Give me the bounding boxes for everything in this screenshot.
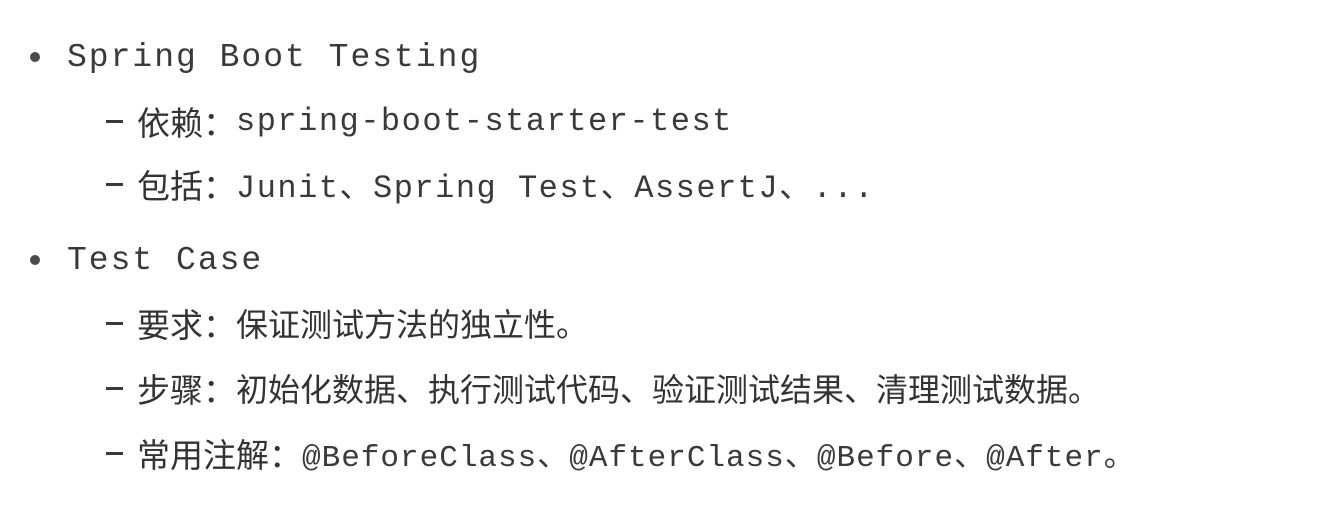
sub-item-value: Junit、Spring Test、AssertJ、... xyxy=(236,170,875,207)
bullet-title: Test Case xyxy=(67,241,264,279)
bullet-title: Spring Boot Testing xyxy=(67,38,482,76)
sub-item-label: 包括： xyxy=(137,167,236,206)
sub-item-label: 步骤： xyxy=(137,371,236,410)
bullet-test-case: Test Case xyxy=(30,238,263,282)
bullet-spring-boot-testing: Spring Boot Testing xyxy=(30,35,481,79)
sub-item-value: @BeforeClass、@AfterClass、@Before、@After。 xyxy=(302,441,1136,476)
dash-icon xyxy=(106,451,123,455)
sub-item-steps: 步骤： 初始化数据、执行测试代码、验证测试结果、清理测试数据。 xyxy=(106,366,1100,410)
slide-content: Spring Boot Testing 依赖： spring-boot-star… xyxy=(0,0,1327,520)
sub-item-includes: 包括： Junit、Spring Test、AssertJ、... xyxy=(106,162,875,207)
bullet-dot-icon xyxy=(30,255,40,265)
dash-icon xyxy=(106,386,123,390)
dash-icon xyxy=(106,119,123,123)
sub-item-value: 初始化数据、执行测试代码、验证测试结果、清理测试数据。 xyxy=(236,371,1101,409)
sub-item-value: spring-boot-starter-test xyxy=(236,102,733,140)
sub-item-label: 要求： xyxy=(137,306,236,345)
sub-item-requirement: 要求： 保证测试方法的独立性。 xyxy=(106,301,588,345)
dash-icon xyxy=(106,321,123,325)
dash-icon xyxy=(106,182,123,186)
bullet-dot-icon xyxy=(30,52,40,62)
sub-item-dependency: 依赖： spring-boot-starter-test xyxy=(106,99,733,143)
sub-item-value: 保证测试方法的独立性。 xyxy=(236,306,589,344)
sub-item-label: 常用注解： xyxy=(137,436,302,475)
sub-item-annotations: 常用注解： @BeforeClass、@AfterClass、@Before、@… xyxy=(106,431,1136,476)
sub-item-label: 依赖： xyxy=(137,104,236,143)
